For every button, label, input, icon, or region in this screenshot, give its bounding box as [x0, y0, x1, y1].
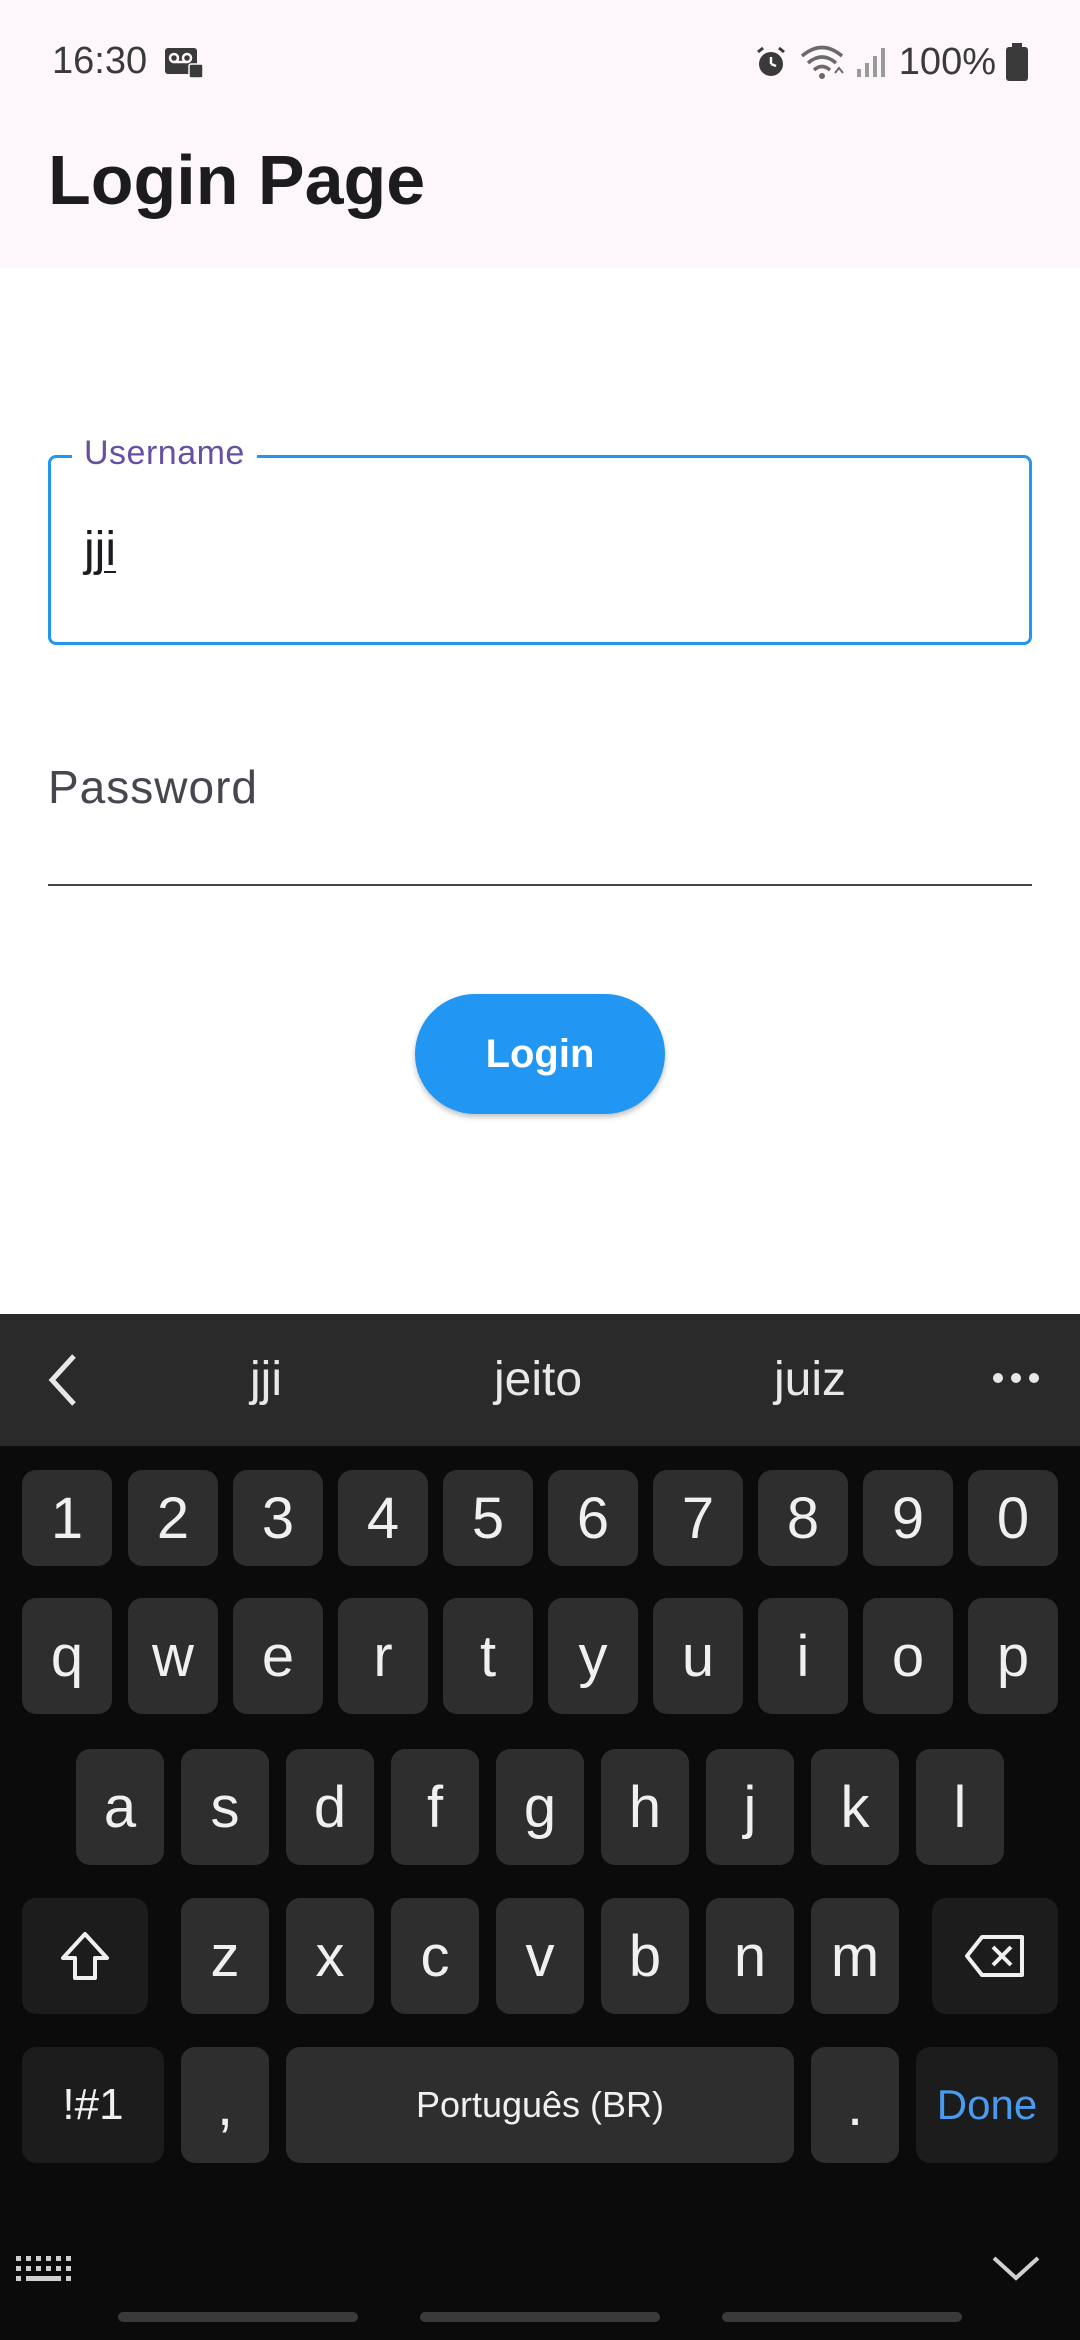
key-e[interactable]: e: [233, 1598, 323, 1714]
key-g[interactable]: g: [496, 1749, 584, 1865]
battery-icon: [1006, 43, 1028, 81]
key-z[interactable]: z: [181, 1898, 269, 2014]
done-key[interactable]: Done: [916, 2047, 1058, 2163]
login-button[interactable]: Login: [415, 994, 665, 1114]
key-y[interactable]: y: [548, 1598, 638, 1714]
key-k[interactable]: k: [811, 1749, 899, 1865]
key-h[interactable]: h: [601, 1749, 689, 1865]
password-underline: [48, 884, 1032, 886]
period-key[interactable]: .: [811, 2047, 899, 2163]
nav-back[interactable]: [722, 2312, 962, 2322]
key-5[interactable]: 5: [443, 1470, 533, 1566]
key-b[interactable]: b: [601, 1898, 689, 2014]
key-i[interactable]: i: [758, 1598, 848, 1714]
key-3[interactable]: 3: [233, 1470, 323, 1566]
suggestion-3[interactable]: juiz: [710, 1352, 910, 1407]
key-n[interactable]: n: [706, 1898, 794, 2014]
backspace-key[interactable]: [932, 1898, 1058, 2014]
voicemail-icon: [165, 48, 203, 78]
key-c[interactable]: c: [391, 1898, 479, 2014]
key-x[interactable]: x: [286, 1898, 374, 2014]
key-v[interactable]: v: [496, 1898, 584, 2014]
battery-text: 100%: [898, 40, 996, 83]
key-6[interactable]: 6: [548, 1470, 638, 1566]
wifi-icon: [800, 45, 844, 79]
page-title: Login Page: [48, 141, 426, 219]
username-input[interactable]: jji: [84, 522, 116, 577]
nav-home[interactable]: [420, 2312, 660, 2322]
chevron-down-icon[interactable]: [990, 2252, 1042, 2282]
username-label: Username: [72, 434, 257, 473]
key-9[interactable]: 9: [863, 1470, 953, 1566]
key-a[interactable]: a: [76, 1749, 164, 1865]
key-7[interactable]: 7: [653, 1470, 743, 1566]
key-u[interactable]: u: [653, 1598, 743, 1714]
key-1[interactable]: 1: [22, 1470, 112, 1566]
key-l[interactable]: l: [916, 1749, 1004, 1865]
password-field[interactable]: Password: [48, 760, 258, 814]
symbols-key[interactable]: !#1: [22, 2047, 164, 2163]
suggestion-1[interactable]: jji: [166, 1352, 366, 1407]
key-q[interactable]: q: [22, 1598, 112, 1714]
more-options-icon[interactable]: [990, 1366, 1042, 1390]
key-d[interactable]: d: [286, 1749, 374, 1865]
suggestion-2[interactable]: jeito: [438, 1352, 638, 1407]
key-t[interactable]: t: [443, 1598, 533, 1714]
key-m[interactable]: m: [811, 1898, 899, 2014]
backspace-icon: [965, 1935, 1024, 1977]
shift-icon: [61, 1932, 109, 1980]
key-0[interactable]: 0: [968, 1470, 1058, 1566]
space-key[interactable]: Português (BR): [286, 2047, 794, 2163]
key-f[interactable]: f: [391, 1749, 479, 1865]
keyboard-switch-icon[interactable]: [14, 2254, 72, 2284]
key-2[interactable]: 2: [128, 1470, 218, 1566]
shift-key[interactable]: [22, 1898, 148, 2014]
suggestion-bar: jji jeito juiz: [0, 1314, 1080, 1446]
alarm-icon: [756, 46, 785, 76]
key-s[interactable]: s: [181, 1749, 269, 1865]
nav-recents[interactable]: [118, 2312, 358, 2322]
key-j[interactable]: j: [706, 1749, 794, 1865]
key-p[interactable]: p: [968, 1598, 1058, 1714]
signal-icon: [856, 48, 885, 77]
key-8[interactable]: 8: [758, 1470, 848, 1566]
key-w[interactable]: w: [128, 1598, 218, 1714]
username-field[interactable]: [48, 455, 1032, 645]
status-time: 16:30: [52, 40, 148, 82]
status-icons: 100%: [753, 38, 1028, 86]
key-o[interactable]: o: [863, 1598, 953, 1714]
comma-key[interactable]: ,: [181, 2047, 269, 2163]
chevron-left-icon[interactable]: [40, 1352, 90, 1408]
key-4[interactable]: 4: [338, 1470, 428, 1566]
key-r[interactable]: r: [338, 1598, 428, 1714]
